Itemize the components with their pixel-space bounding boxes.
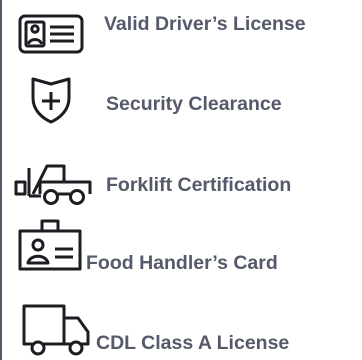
id-card-icon	[18, 14, 84, 54]
cert-label: Forklift Certification	[106, 174, 292, 196]
cert-label: Security Clearance	[106, 93, 282, 115]
certifications-panel: Valid Driver’s License Security Clearanc…	[0, 0, 362, 360]
cert-label: CDL Class A License	[96, 332, 290, 354]
cert-item-security-clearance: Security Clearance	[0, 70, 362, 142]
cert-label: Valid Driver’s License	[104, 13, 306, 35]
cert-item-forklift: Forklift Certification	[0, 142, 362, 214]
badge-icon	[18, 219, 82, 271]
cert-label: Food Handler’s Card	[86, 252, 278, 274]
cert-item-drivers-license: Valid Driver’s License	[0, 0, 362, 70]
forklift-icon	[14, 164, 92, 206]
cert-item-cdl: CDL Class A License	[0, 286, 362, 360]
shield-plus-icon	[30, 76, 72, 124]
cert-item-food-handler: Food Handler’s Card	[0, 214, 362, 286]
truck-icon	[22, 304, 96, 358]
